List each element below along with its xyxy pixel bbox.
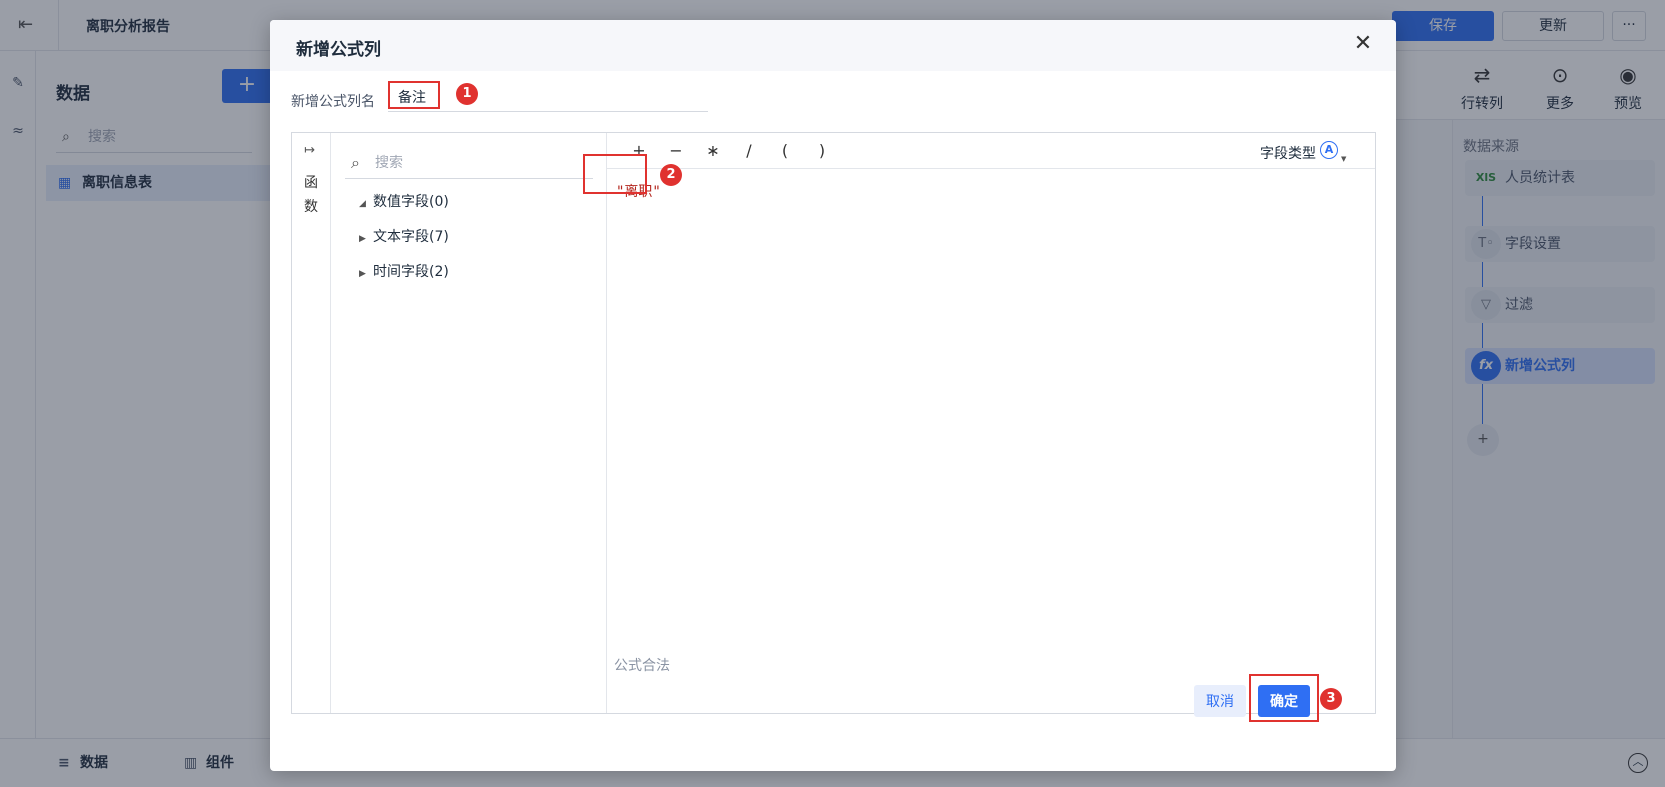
- operator-minus[interactable]: −: [666, 141, 686, 160]
- operator-plus[interactable]: +: [629, 141, 649, 160]
- step-marker-3: 3: [1320, 688, 1342, 710]
- field-group-numeric[interactable]: ◢ 数值字段(0): [359, 189, 449, 215]
- column-name-label: 新增公式列名: [291, 94, 375, 110]
- caret-down-icon[interactable]: ▼: [1341, 155, 1346, 163]
- caret-down-icon: ◢: [359, 199, 366, 209]
- field-type-label: 字段类型: [1260, 146, 1316, 162]
- operator-open-paren[interactable]: (: [775, 141, 795, 160]
- new-formula-dialog: 新增公式列 ✕ 新增公式列名 1 ↦ 函数 ⌕ ◢数值字段(0) ▶文本字段(7…: [270, 20, 1396, 771]
- field-type-icon[interactable]: A: [1320, 141, 1338, 159]
- caret-right-icon: ▶: [359, 234, 366, 244]
- field-group-text[interactable]: ▶ 文本字段(7): [359, 224, 449, 250]
- formula-area[interactable]: + − ∗ / ( ) 字段类型 A ▼ "离职" 公式合法: [607, 133, 1375, 713]
- cancel-button[interactable]: 取消: [1194, 685, 1246, 717]
- caret-right-icon: ▶: [359, 269, 366, 279]
- column-name-input[interactable]: [388, 82, 708, 112]
- step-marker-2: 2: [660, 164, 682, 186]
- operator-bar: + − ∗ / ( ) 字段类型 A ▼: [607, 133, 1375, 169]
- operator-divide[interactable]: /: [739, 141, 759, 160]
- dialog-title: 新增公式列: [296, 40, 381, 60]
- close-icon[interactable]: ✕: [1350, 32, 1376, 58]
- formula-editor: ↦ 函数 ⌕ ◢数值字段(0) ▶文本字段(7) ▶时间字段(2) + − ∗ …: [291, 132, 1376, 714]
- expand-functions-icon[interactable]: ↦: [304, 143, 315, 158]
- field-group-numeric-label: 数值字段(0): [373, 194, 449, 210]
- field-search-input[interactable]: [345, 147, 593, 179]
- formula-text[interactable]: "离职": [616, 181, 661, 201]
- field-group-time-label: 时间字段(2): [373, 264, 449, 280]
- operator-multiply[interactable]: ∗: [703, 141, 723, 160]
- functions-label: 函数: [304, 175, 318, 215]
- field-column: ⌕ ◢数值字段(0) ▶文本字段(7) ▶时间字段(2): [331, 133, 607, 713]
- field-group-time[interactable]: ▶ 时间字段(2): [359, 259, 449, 285]
- function-column[interactable]: ↦ 函数: [292, 133, 331, 713]
- operator-close-paren[interactable]: ): [812, 141, 832, 160]
- step-marker-1: 1: [456, 83, 478, 105]
- formula-status: 公式合法: [614, 658, 670, 674]
- dialog-header: 新增公式列 ✕: [270, 20, 1396, 71]
- confirm-button[interactable]: 确定: [1258, 685, 1310, 717]
- field-group-text-label: 文本字段(7): [373, 229, 449, 245]
